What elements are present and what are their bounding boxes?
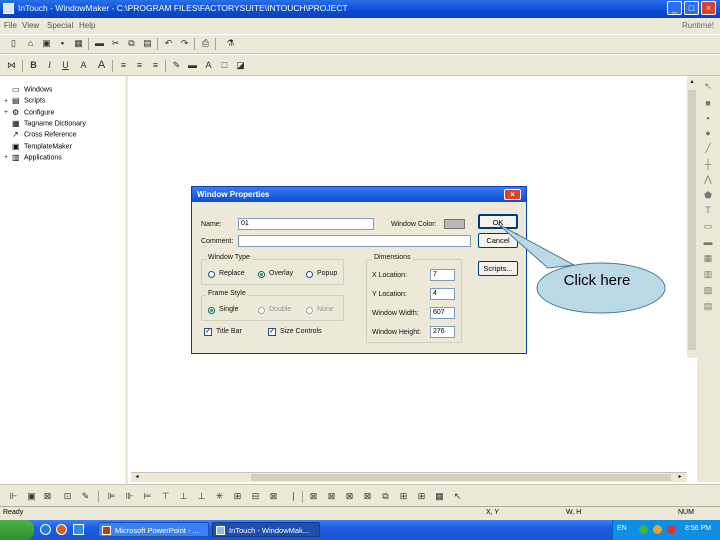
rotate-left-icon[interactable]: ⊠ <box>308 491 319 502</box>
status-wh: W, H <box>566 509 582 516</box>
align-right-objects-icon[interactable]: ⊨ <box>142 491 153 502</box>
group-icon[interactable]: ⊠ <box>42 491 53 502</box>
callout-pointer <box>497 223 576 269</box>
align-middle-objects-icon[interactable]: ⊥ <box>178 491 189 502</box>
task-intouch-label: InTouch - WindowMak... <box>229 526 310 535</box>
space-horizontal-icon[interactable]: ⊞ <box>232 491 243 502</box>
layer-icon[interactable]: ⊞ <box>416 491 427 502</box>
duplicate-icon[interactable]: ⧉ <box>380 491 391 502</box>
firefox-quicklaunch-icon[interactable] <box>56 524 67 535</box>
windows-taskbar: Microsoft PowerPoint - ... InTouch - Win… <box>0 520 720 540</box>
center-icon[interactable]: ⊠ <box>268 491 279 502</box>
task-powerpoint[interactable]: Microsoft PowerPoint - ... <box>98 522 209 537</box>
snap-icon[interactable]: ∣ <box>288 491 299 502</box>
ungroup-icon[interactable]: ⊡ <box>62 491 73 502</box>
align-top-objects-icon[interactable]: ⊤ <box>160 491 171 502</box>
back-icon[interactable]: ▣ <box>26 491 37 502</box>
flip-vertical-icon[interactable]: ⊠ <box>362 491 373 502</box>
grid-icon[interactable]: ⊞ <box>398 491 409 502</box>
image-icon[interactable]: ▦ <box>434 491 445 502</box>
tray-alert-icon[interactable] <box>667 525 676 534</box>
system-tray: EN 8:56 PM <box>612 520 720 540</box>
front-icon[interactable]: ⊩ <box>8 491 19 502</box>
powerpoint-icon <box>102 526 111 535</box>
intouch-task-icon <box>216 526 225 535</box>
space-vertical-icon[interactable]: ⊟ <box>250 491 261 502</box>
pen-icon[interactable]: ✎ <box>80 491 91 502</box>
status-num: NUM <box>678 509 694 516</box>
tray-language[interactable]: EN <box>617 525 627 532</box>
arrange-toolbar: ⊩ ▣ ⊠ ⊡ ✎ ⊫ ⊪ ⊨ ⊤ ⊥ ⊥ ✳ ⊞ ⊟ ⊠ ∣ ⊠ ⊠ ⊠ ⊠ … <box>0 484 720 506</box>
rotate-right-icon[interactable]: ⊠ <box>326 491 337 502</box>
ie-quicklaunch-icon[interactable] <box>40 524 51 535</box>
toolbar-separator <box>98 491 99 503</box>
start-button[interactable] <box>0 520 34 540</box>
task-powerpoint-label: Microsoft PowerPoint - ... <box>115 526 199 535</box>
tray-network-icon[interactable] <box>639 525 648 534</box>
callout-text: Click here <box>563 272 631 289</box>
tray-clock: 8:56 PM <box>685 525 712 532</box>
pointer-icon[interactable]: ↖ <box>452 491 463 502</box>
status-ready: Ready <box>3 509 24 516</box>
align-center-objects-icon[interactable]: ⊪ <box>124 491 135 502</box>
toolbar-separator <box>302 491 303 503</box>
flip-horizontal-icon[interactable]: ⊠ <box>344 491 355 502</box>
align-bottom-objects-icon[interactable]: ⊥ <box>196 491 207 502</box>
status-bar: Ready X, Y W, H NUM <box>0 506 720 520</box>
tray-security-icon[interactable] <box>653 525 662 534</box>
explorer-quicklaunch-icon[interactable] <box>73 524 84 535</box>
align-centers-icon[interactable]: ✳ <box>214 491 225 502</box>
task-intouch[interactable]: InTouch - WindowMak... <box>212 522 320 537</box>
status-xy: X, Y <box>486 509 500 516</box>
align-left-objects-icon[interactable]: ⊫ <box>106 491 117 502</box>
